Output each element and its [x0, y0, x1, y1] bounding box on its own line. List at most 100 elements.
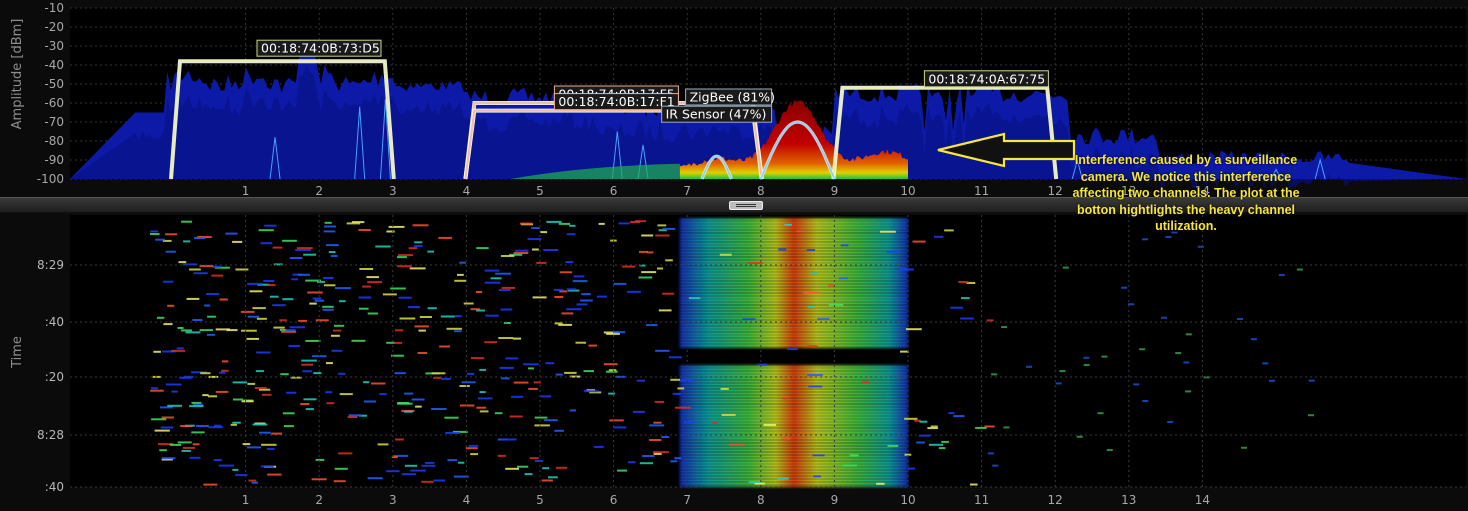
- waterfall-activity-mark: [536, 261, 547, 264]
- waterfall-activity-mark: [397, 254, 413, 257]
- waterfall-activity-mark: [1055, 382, 1062, 385]
- waterfall-activity-mark: [377, 443, 389, 446]
- waterfall-activity-mark: [479, 368, 487, 371]
- waterfall-activity-mark: [529, 457, 539, 460]
- waterfall-activity-mark: [655, 349, 670, 352]
- waterfall-activity-mark: [499, 366, 514, 369]
- waterfall-activity-mark: [221, 369, 229, 372]
- waterfall-activity-mark: [583, 370, 595, 373]
- waterfall-activity-mark: [542, 467, 550, 470]
- waterfall-activity-mark: [404, 464, 418, 467]
- waterfall-activity-mark: [677, 387, 685, 390]
- waterfall-activity-mark: [748, 481, 761, 483]
- waterfall-activity-mark: [569, 409, 577, 412]
- waterfall-activity-mark: [206, 293, 220, 295]
- waterfall-activity-mark: [861, 381, 870, 384]
- waterfall-activity-mark: [397, 402, 410, 404]
- waterfall-activity-mark: [485, 314, 499, 317]
- waterfall-activity-mark: [842, 464, 857, 467]
- waterfall-activity-mark: [934, 235, 944, 238]
- spectrum-channel-tick-label: 12: [1048, 184, 1063, 198]
- waterfall-activity-mark: [431, 408, 447, 410]
- waterfall-activity-mark: [433, 479, 446, 482]
- waterfall-activity-mark: [476, 247, 489, 250]
- waterfall-channel-tick-label: 6: [610, 493, 618, 507]
- waterfall-activity-mark: [461, 381, 476, 384]
- waterfall-activity-mark: [646, 251, 654, 254]
- waterfall-activity-mark: [905, 328, 922, 331]
- waterfall-activity-mark: [246, 337, 259, 340]
- waterfall-activity-mark: [272, 304, 286, 307]
- waterfall-activity-mark: [1296, 268, 1303, 271]
- amplitude-axis-title: Amplitude [dBm]: [10, 19, 25, 130]
- waterfall-activity-mark: [307, 291, 323, 294]
- waterfall-activity-mark: [331, 334, 340, 337]
- waterfall-activity-mark: [958, 281, 969, 283]
- waterfall-activity-mark: [215, 328, 231, 331]
- waterfall-activity-mark: [471, 357, 485, 360]
- waterfall-activity-mark: [183, 240, 191, 243]
- waterfall-activity-mark: [670, 460, 678, 463]
- waterfall-activity-mark: [553, 288, 564, 291]
- waterfall-activity-mark: [546, 220, 562, 223]
- waterfall-activity-mark: [517, 465, 529, 468]
- waterfall-activity-mark: [554, 322, 563, 325]
- waterfall-activity-mark: [334, 324, 345, 327]
- waterfall-activity-mark: [608, 392, 615, 395]
- waterfall-activity-mark: [440, 315, 455, 318]
- waterfall-activity-mark: [363, 381, 370, 384]
- waterfall-activity-mark: [331, 349, 343, 352]
- waterfall-activity-mark: [572, 280, 588, 283]
- waterfall-activity-mark: [324, 221, 332, 224]
- splitter-handle[interactable]: [729, 201, 763, 210]
- waterfall-activity-mark: [240, 310, 255, 313]
- waterfall-activity-mark: [207, 315, 216, 318]
- waterfall-activity-mark: [334, 467, 348, 470]
- waterfall-activity-mark: [397, 265, 412, 268]
- waterfall-activity-mark: [554, 296, 564, 298]
- waterfall-activity-mark: [559, 271, 572, 274]
- waterfall-activity-mark: [284, 425, 294, 428]
- waterfall-activity-mark: [260, 242, 273, 245]
- waterfall-activity-mark: [185, 331, 201, 334]
- waterfall-activity-mark: [194, 237, 206, 239]
- waterfall-activity-mark: [333, 329, 342, 332]
- waterfall-activity-mark: [282, 412, 295, 415]
- waterfall-activity-mark: [266, 447, 275, 450]
- waterfall-activity-mark: [807, 374, 823, 377]
- waterfall-activity-mark: [886, 250, 901, 253]
- time-tick-label: 8:29: [37, 258, 64, 272]
- waterfall-activity-mark: [944, 229, 954, 232]
- waterfall-activity-mark: [728, 443, 745, 446]
- network-label: 00:18:74:0B:73:D5: [261, 41, 380, 56]
- waterfall-activity-mark: [558, 222, 571, 225]
- waterfall-activity-mark: [248, 479, 257, 482]
- waterfall-activity-mark: [204, 304, 211, 307]
- waterfall-activity-mark: [991, 373, 998, 376]
- waterfall-activity-mark: [662, 292, 675, 295]
- time-tick-label: :40: [45, 480, 64, 494]
- waterfall-activity-mark: [444, 416, 459, 419]
- amplitude-tick-label: -20: [44, 20, 64, 34]
- waterfall-activity-mark: [247, 382, 256, 385]
- waterfall-activity-mark: [1059, 370, 1066, 373]
- waterfall-activity-mark: [465, 447, 478, 450]
- waterfall-activity-mark: [200, 372, 211, 375]
- waterfall-activity-mark: [876, 482, 885, 485]
- waterfall-activity-mark: [808, 385, 823, 388]
- waterfall-activity-mark: [348, 414, 362, 417]
- waterfall-channel-tick-label: 9: [831, 493, 839, 507]
- waterfall-activity-mark: [151, 418, 167, 421]
- waterfall-activity-mark: [313, 372, 322, 375]
- waterfall-activity-mark: [573, 275, 585, 278]
- waterfall-activity-mark: [427, 307, 437, 310]
- waterfall-activity-mark: [803, 291, 819, 294]
- waterfall-activity-mark: [326, 402, 335, 405]
- waterfall-activity-mark: [165, 383, 182, 386]
- waterfall-activity-mark: [670, 378, 680, 381]
- waterfall-activity-mark: [534, 424, 550, 427]
- waterfall-activity-mark: [225, 232, 238, 235]
- waterfall-activity-mark: [500, 308, 513, 311]
- interferer-label: IR Sensor (47%): [666, 107, 767, 122]
- waterfall-activity-mark: [326, 362, 333, 365]
